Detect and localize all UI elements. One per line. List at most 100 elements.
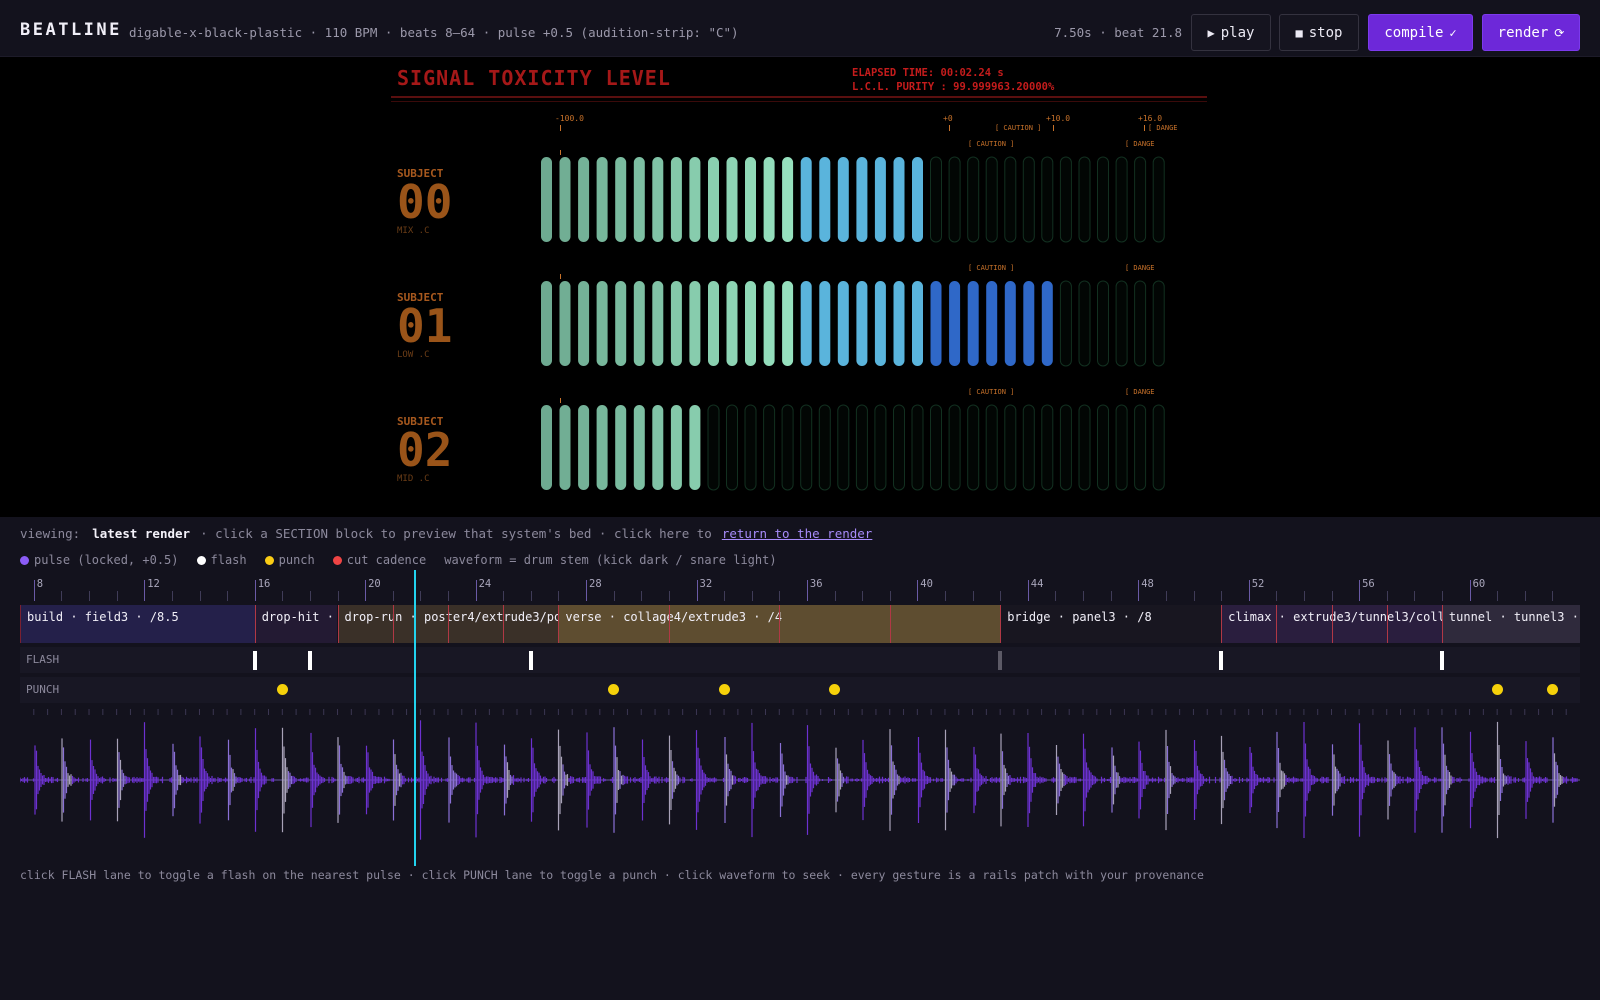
- meter-bar: [615, 281, 627, 366]
- section-lane[interactable]: build · field3 · /8.5drop-hit · edrop-ru…: [20, 605, 1580, 643]
- ruler-major-tick: [1138, 580, 1140, 601]
- meter-bar: [689, 405, 701, 490]
- punch-marker[interactable]: [1546, 684, 1558, 695]
- meter-bar: [912, 157, 923, 242]
- ruler-major-tick: [586, 580, 587, 601]
- drum-waveform[interactable]: [20, 705, 1580, 855]
- ruler-major-tick: [1248, 580, 1250, 601]
- ruler-major-tick: [1469, 580, 1471, 601]
- legend-label: cut cadence: [346, 553, 427, 567]
- meter-bar: [986, 281, 998, 366]
- flash-lane[interactable]: FLASH: [20, 647, 1580, 673]
- section-block[interactable]: tunnel · tunnel3 ·: [1441, 605, 1580, 643]
- punch-marker[interactable]: [608, 684, 620, 695]
- meter-bar: [1022, 156, 1035, 243]
- meter-bar: [930, 281, 942, 366]
- section-block[interactable]: bridge · panel3 · /8: [1000, 605, 1222, 643]
- cut-cadence-line: [254, 605, 256, 643]
- meter-bar: [615, 157, 627, 242]
- meter-bar: [596, 405, 608, 490]
- meter-bar: [930, 404, 942, 491]
- meter-bar: [1115, 156, 1128, 243]
- flash-marker[interactable]: [1439, 651, 1444, 670]
- ruler-minor-tick: [972, 591, 974, 601]
- flash-marker[interactable]: [252, 651, 257, 670]
- legend: pulse (locked, +0.5) flash punch cut cad…: [20, 553, 777, 567]
- flash-marker[interactable]: [998, 651, 1003, 670]
- meter-bar: [800, 157, 812, 242]
- ruler-minor-tick: [945, 591, 946, 601]
- ruler-minor-tick: [337, 591, 339, 601]
- meter-bar: [652, 281, 664, 366]
- cut-cadence-line: [1331, 605, 1333, 643]
- ruler-minor-tick: [420, 591, 422, 601]
- ruler-label: 20: [368, 578, 381, 590]
- ruler-minor-tick: [1000, 591, 1002, 601]
- ruler-major-tick: [365, 580, 367, 601]
- meter-bar: [1115, 280, 1128, 367]
- ruler-minor-tick: [1165, 591, 1167, 601]
- ruler-major-tick: [33, 580, 35, 601]
- section-block[interactable]: drop-hit · e: [254, 605, 338, 643]
- meter-bar: [596, 157, 608, 242]
- ruler-label: 44: [1030, 578, 1044, 590]
- ruler-minor-tick: [282, 591, 284, 601]
- meter-bar: [689, 281, 701, 366]
- meter-bar: [670, 281, 682, 366]
- flash-lane-label: FLASH: [26, 653, 60, 666]
- meter-bar: [708, 157, 719, 242]
- meter-bar: [670, 405, 682, 490]
- punch-marker[interactable]: [829, 684, 840, 695]
- cut-dot-icon: [332, 555, 342, 565]
- cut-cadence-line: [779, 605, 781, 643]
- section-block[interactable]: build · field3 · /8.5: [20, 605, 255, 643]
- flash-marker[interactable]: [528, 651, 533, 670]
- meter-bar: [1078, 404, 1091, 491]
- ruler-minor-tick: [116, 591, 118, 601]
- pulse-dot-icon: [20, 555, 29, 565]
- punch-marker[interactable]: [718, 684, 730, 695]
- return-to-render-link[interactable]: return to the render: [722, 526, 873, 541]
- ruler-minor-tick: [1110, 591, 1112, 601]
- viewing-hint: · click a SECTION block to preview that …: [200, 526, 712, 541]
- punch-marker[interactable]: [1491, 684, 1503, 695]
- ruler-minor-tick: [530, 591, 532, 601]
- meter-bar: [1134, 156, 1147, 243]
- ruler-minor-tick: [1276, 591, 1278, 601]
- meter-bar: [1022, 404, 1035, 491]
- meter-bar: [856, 281, 868, 366]
- meter-bar: [1115, 404, 1128, 491]
- ruler-minor-tick: [1552, 591, 1554, 601]
- playhead[interactable]: [413, 570, 416, 866]
- punch-lane[interactable]: PUNCH: [20, 677, 1580, 703]
- cut-cadence-line: [668, 605, 670, 643]
- punch-marker[interactable]: [276, 684, 288, 695]
- meter-bar: [652, 405, 664, 490]
- ruler-label: 52: [1251, 578, 1265, 590]
- footer-hint: click FLASH lane to toggle a flash on th…: [20, 868, 1204, 882]
- flash-marker[interactable]: [1219, 651, 1224, 670]
- ruler-label: 24: [478, 578, 492, 590]
- meter-bar: [781, 404, 794, 491]
- meter-bar: [855, 404, 868, 491]
- meter-bar: [763, 404, 776, 491]
- ruler-minor-tick: [724, 591, 726, 601]
- meter-bar: [967, 156, 980, 243]
- meter-bar: [633, 157, 645, 242]
- meter-bar: [893, 281, 905, 366]
- ruler-minor-tick: [1414, 591, 1416, 601]
- meter-bar: [1059, 156, 1072, 243]
- cut-cadence-line: [448, 605, 449, 643]
- meter-bar: [837, 404, 850, 491]
- cut-cadence-line: [889, 605, 891, 643]
- ruler-minor-tick: [1303, 591, 1305, 601]
- beat-ruler[interactable]: 8 12 16 20 24 28 32 36 40 44 48 52 56 60: [20, 578, 1580, 602]
- meter-bar: [1097, 404, 1109, 491]
- meter-bar: [1078, 156, 1091, 243]
- meter-bar: [707, 404, 720, 491]
- flash-marker[interactable]: [307, 651, 312, 670]
- legend-label: punch: [278, 553, 315, 567]
- ruler-minor-tick: [889, 591, 891, 601]
- cut-cadence-line: [1441, 605, 1443, 643]
- legend-label: pulse (locked, +0.5): [34, 553, 179, 567]
